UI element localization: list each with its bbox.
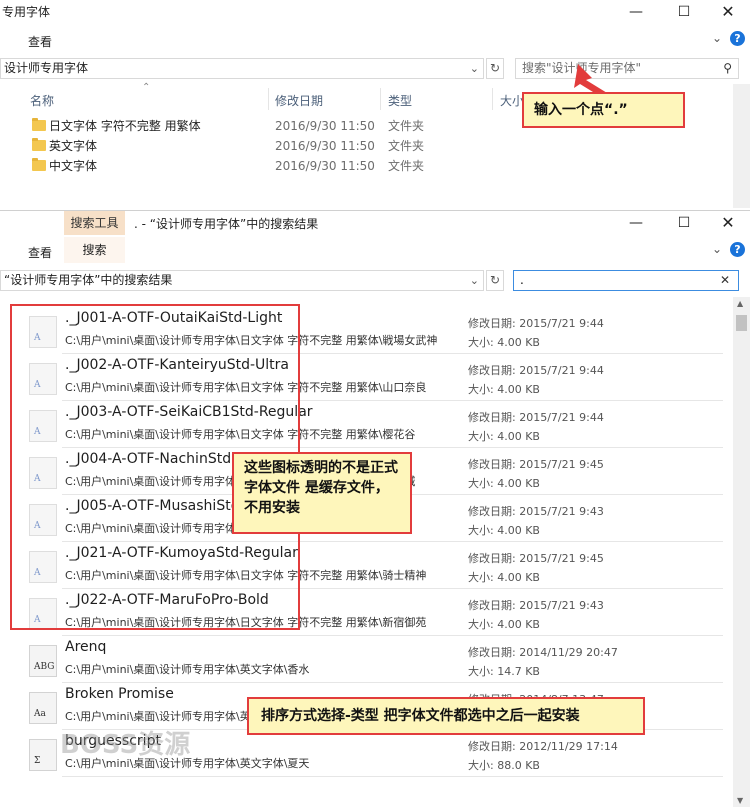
result-size: 大小: 4.00 KB (468, 524, 540, 537)
context-tab-search-tools[interactable]: 搜索工具 (64, 211, 125, 235)
folder-name: 中文字体 (49, 159, 98, 173)
result-size: 大小: 14.7 KB (468, 665, 540, 678)
search-input[interactable]: . ✕ (513, 270, 739, 291)
chevron-down-icon[interactable]: ⌄ (712, 242, 722, 256)
callout-sort-by-type: 排序方式选择-类型 把字体文件都选中之后一起安装 (247, 697, 645, 735)
scroll-down-icon[interactable]: ▼ (737, 796, 743, 805)
result-date: 修改日期: 2015/7/21 9:43 (468, 599, 604, 612)
folder-icon (32, 138, 46, 151)
help-icon[interactable]: ? (730, 242, 745, 257)
callout-transparent-icons: 这些图标透明的不是正式字体文件 是缓存文件，不用安装 (232, 452, 412, 534)
clear-search-icon[interactable]: ✕ (720, 271, 730, 290)
row-divider (62, 776, 723, 777)
scrollbar[interactable]: ▲ ▼ (733, 297, 750, 807)
font-file-icon: ABG (29, 645, 57, 677)
result-date: 修改日期: 2015/7/21 9:45 (468, 552, 604, 565)
result-date: 修改日期: 2015/7/21 9:45 (468, 458, 604, 471)
folder-date: 2016/9/30 11:50 (275, 159, 375, 173)
result-date: 修改日期: 2015/7/21 9:43 (468, 505, 604, 518)
result-size: 大小: 4.00 KB (468, 618, 540, 631)
scrollbar-thumb[interactable] (736, 315, 747, 331)
result-date: 修改日期: 2012/11/29 17:14 (468, 740, 618, 753)
window-title: . - “设计师专用字体”中的搜索结果 (134, 217, 319, 231)
scroll-up-icon[interactable]: ▲ (737, 299, 743, 308)
folder-icon (32, 158, 46, 171)
result-name: Arenq (65, 639, 107, 655)
font-file-icon: Σ (29, 739, 57, 771)
chevron-down-icon[interactable]: ⌄ (470, 271, 479, 290)
search-value: . (520, 273, 524, 287)
address-text: “设计师专用字体”中的搜索结果 (4, 273, 173, 287)
callout-type-dot: 输入一个点“.” (522, 92, 685, 128)
result-size: 大小: 4.00 KB (468, 571, 540, 584)
tab-search[interactable]: 搜索 (64, 237, 125, 263)
maximize-icon[interactable]: ☐ (662, 211, 706, 235)
result-date: 修改日期: 2015/7/21 9:44 (468, 317, 604, 330)
result-item[interactable]: ABG Arenq C:\用户\mini\桌面\设计师专用字体\英文字体\香水 … (0, 636, 745, 683)
tab-view[interactable]: 查看 (28, 244, 52, 261)
result-path: C:\用户\mini\桌面\设计师专用字体\英文字体\香水 (65, 663, 310, 676)
ribbon: 查看 搜索 ⌄ ? (0, 237, 750, 263)
result-date: 修改日期: 2014/11/29 20:47 (468, 646, 618, 659)
result-date: 修改日期: 2015/7/21 9:44 (468, 364, 604, 377)
result-name: Broken Promise (65, 686, 174, 702)
result-size: 大小: 88.0 KB (468, 759, 540, 772)
result-size: 大小: 4.00 KB (468, 383, 540, 396)
watermark: BOSS资源 (60, 730, 191, 760)
folder-row[interactable]: 中文字体 2016/9/30 11:50 文件夹 (0, 156, 750, 176)
result-size: 大小: 4.00 KB (468, 430, 540, 443)
result-date: 修改日期: 2015/7/21 9:44 (468, 411, 604, 424)
minimize-icon[interactable]: — (614, 211, 658, 235)
folder-type: 文件夹 (388, 159, 425, 173)
result-size: 大小: 4.00 KB (468, 477, 540, 490)
font-file-icon: Aa (29, 692, 57, 724)
result-size: 大小: 4.00 KB (468, 336, 540, 349)
refresh-icon[interactable]: ↻ (486, 270, 504, 291)
address-bar[interactable]: “设计师专用字体”中的搜索结果 ⌄ (0, 270, 484, 291)
close-icon[interactable]: ✕ (706, 211, 750, 235)
